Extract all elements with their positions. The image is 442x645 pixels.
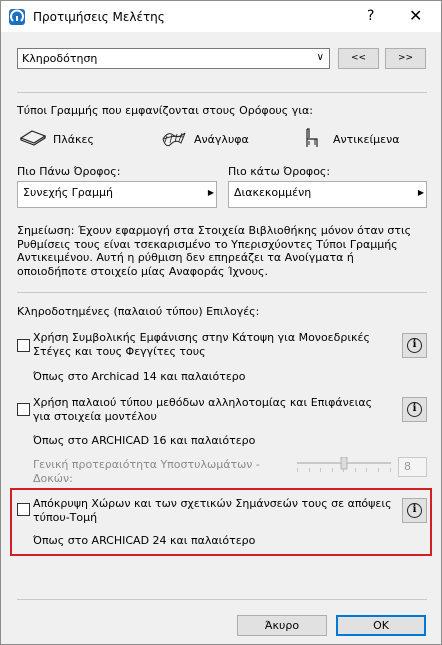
legacy-options-heading: Κληροδοτημένες (παλαιού τύπου) Επιλογές: bbox=[17, 305, 260, 318]
close-button[interactable]: ✕ bbox=[409, 6, 422, 25]
objects-label: Αντικείμενα bbox=[333, 133, 400, 146]
preferences-dialog: Προτιμήσεις Μελέτης ? ✕ Κληροδότηση ∨ <<… bbox=[0, 0, 442, 645]
version-note: Όπως στο ARCHICAD 24 και παλαιότερο bbox=[33, 534, 256, 547]
legacy-intersection-option-label: Χρήση παλαιού τύπου μεθόδων αλληλοτομίας… bbox=[33, 396, 373, 423]
version-note: Όπως στο Archicad 14 και παλαιότερο bbox=[33, 370, 246, 383]
object-icon bbox=[303, 127, 321, 152]
triangle-right-icon: ▶ bbox=[207, 188, 214, 197]
divider bbox=[17, 599, 427, 600]
column-beam-priority-label: Γενική προτεραιότητα Υποστυλωμάτων - Δοκ… bbox=[33, 458, 260, 485]
hide-zones-checkbox[interactable] bbox=[17, 503, 30, 516]
info-button[interactable]: i bbox=[402, 333, 427, 358]
priority-slider[interactable] bbox=[297, 456, 391, 473]
cancel-button[interactable]: Άκυρο bbox=[237, 615, 327, 636]
line-types-heading: Τύποι Γραμμής που εμφανίζονται στους Ορό… bbox=[17, 104, 313, 117]
info-icon: i bbox=[407, 402, 422, 417]
slab-icon bbox=[19, 129, 47, 150]
floor-above-linetype-field[interactable]: Συνεχής Γραμμή ▶ bbox=[17, 181, 217, 208]
previous-page-button[interactable]: << bbox=[338, 48, 379, 69]
divider bbox=[17, 292, 427, 293]
title-bar: Προτιμήσεις Μελέτης ? ✕ bbox=[1, 1, 441, 32]
info-button[interactable]: i bbox=[402, 498, 427, 523]
symbolic-roof-checkbox[interactable] bbox=[17, 339, 30, 352]
symbolic-roof-option-label: Χρήση Συμβολικής Εμφάνισης στην Κάτοψη γ… bbox=[33, 331, 370, 358]
floor-above-linetype-value: Συνεχής Γραμμή bbox=[23, 186, 114, 199]
info-button[interactable]: i bbox=[402, 397, 427, 422]
priority-value-field[interactable]: 8 bbox=[398, 457, 427, 477]
floor-below-linetype-value: Διακεκομμένη bbox=[234, 186, 312, 199]
page-selector-value: Κληροδότηση bbox=[22, 52, 98, 65]
help-button[interactable]: ? bbox=[367, 8, 374, 24]
floor-below-linetype-field[interactable]: Διακεκομμένη ▶ bbox=[228, 181, 427, 208]
hide-zones-option-label: Απόκρυψη Χώρων και των σχετικών Σημάνσεώ… bbox=[33, 497, 392, 524]
info-icon: i bbox=[407, 503, 422, 518]
line-types-note: Σημείωση: Έχουν εφαρμογή στα Στοιχεία Βι… bbox=[17, 224, 412, 278]
divider bbox=[17, 92, 427, 93]
next-page-button[interactable]: >> bbox=[385, 48, 426, 69]
mesh-icon bbox=[161, 127, 187, 150]
version-note: Όπως στο ARCHICAD 16 και παλαιότερο bbox=[33, 434, 256, 447]
chevron-down-icon: ∨ bbox=[316, 52, 324, 63]
window-title: Προτιμήσεις Μελέτης bbox=[33, 10, 165, 24]
legacy-intersection-checkbox[interactable] bbox=[17, 403, 30, 416]
page-selector-dropdown[interactable]: Κληροδότηση ∨ bbox=[17, 48, 330, 69]
archicad-logo-icon bbox=[9, 9, 25, 25]
floor-below-label: Πιο κάτω Όροφος: bbox=[228, 165, 331, 178]
meshes-label: Ανάγλυφα bbox=[194, 133, 249, 146]
triangle-right-icon: ▶ bbox=[417, 188, 424, 197]
info-icon: i bbox=[407, 338, 422, 353]
slabs-label: Πλάκες bbox=[53, 133, 94, 146]
ok-button[interactable]: OK bbox=[336, 615, 426, 636]
floor-above-label: Πιο Πάνω Όροφος: bbox=[17, 165, 121, 178]
